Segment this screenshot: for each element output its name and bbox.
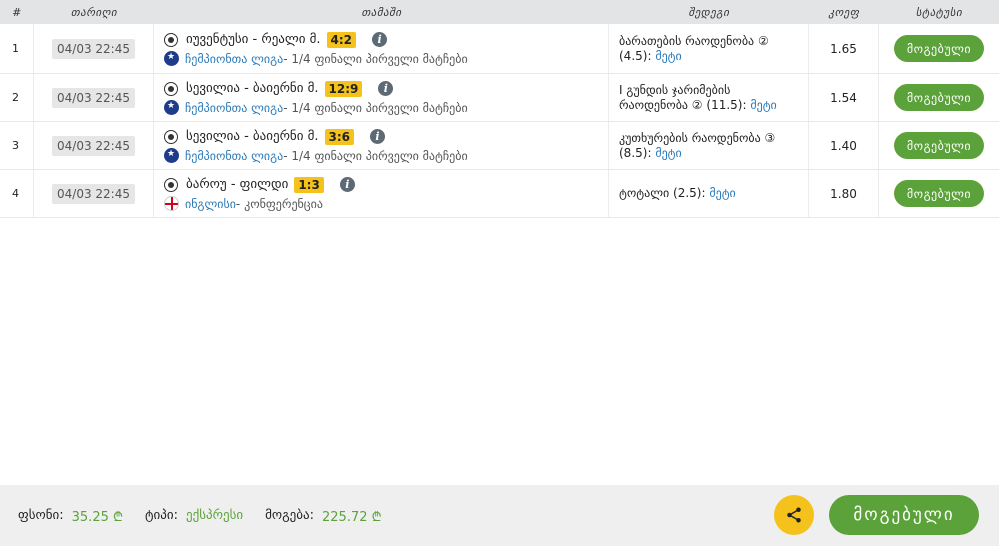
win-label: მოგება: — [265, 508, 314, 523]
league-stage: - კონფერენცია — [235, 196, 323, 211]
soccer-ball-icon — [164, 177, 178, 192]
col-status: სტატუსი — [915, 5, 963, 19]
table-header: # თარიღი თამაში შედეგი კოეფ სტატუსი — [0, 0, 999, 24]
col-date: თარიღი — [70, 5, 118, 19]
row-number: 4 — [0, 170, 34, 217]
league-link[interactable]: ჩემპიონთა ლიგა — [185, 149, 283, 163]
bet-cell: I გუნდის ჯარიმების რაოდენობა ② (11.5): მ… — [609, 74, 809, 121]
match-score: 12:9 — [324, 80, 363, 97]
soccer-ball-icon — [164, 32, 178, 47]
date-cell: 04/03 22:45 — [34, 170, 154, 217]
status-badge[interactable]: მოგებული — [894, 132, 984, 159]
win-value: 225.72 ₾ — [322, 509, 382, 525]
info-icon[interactable]: i — [339, 177, 355, 192]
share-button[interactable] — [774, 495, 814, 535]
league-link[interactable]: ინგლისი — [185, 197, 236, 211]
league-link[interactable]: ჩემპიონთა ლიგა — [185, 52, 283, 66]
row-number: 3 — [0, 122, 34, 169]
bet-more-link[interactable]: მეტი — [750, 98, 776, 112]
league-stage: - 1/4 ფინალი პირველი მატჩები — [283, 148, 468, 163]
bet-text-line2: (4.5): — [619, 48, 656, 63]
status-cell: მოგებული — [879, 122, 999, 169]
win-summary: მოგება: 225.72 ₾ — [265, 507, 382, 525]
bet-more-link[interactable]: მეტი — [655, 49, 681, 63]
match-score: 4:2 — [326, 31, 357, 48]
match-teams[interactable]: სევილია - ბაიერნი მ. — [186, 129, 319, 144]
date-badge: 04/03 22:45 — [52, 183, 135, 204]
match-cell: ბაროუ - ფილდი 1:3 i ინგლისი - კონფერენცი… — [154, 170, 609, 217]
league-stage: - 1/4 ფინალი პირველი მატჩები — [283, 51, 468, 66]
table-row: 2 04/03 22:45 სევილია - ბაიერნი მ. 12:9 … — [0, 74, 999, 122]
info-icon[interactable]: i — [370, 129, 385, 144]
status-badge[interactable]: მოგებული — [894, 84, 984, 111]
date-cell: 04/03 22:45 — [34, 74, 154, 121]
share-icon — [787, 507, 801, 523]
bet-text-line2: რაოდენობა ② (11.5): — [619, 97, 751, 112]
match-score: 3:6 — [324, 128, 354, 145]
match-teams[interactable]: ბაროუ - ფილდი — [186, 177, 288, 192]
col-bet: შედეგი — [688, 5, 730, 19]
table-row: 1 04/03 22:45 იუვენტუსი - რეალი მ. 4:2 i… — [0, 24, 999, 74]
stake-label: ფსონი: — [18, 508, 64, 523]
date-cell: 04/03 22:45 — [34, 24, 154, 73]
bet-more-link[interactable]: მეტი — [655, 146, 681, 160]
date-badge: 04/03 22:45 — [52, 38, 135, 59]
stake-value: 35.25 ₾ — [71, 509, 124, 525]
bet-text-line1: I გუნდის ჯარიმების — [619, 82, 731, 97]
match-cell: სევილია - ბაიერნი მ. 3:6 i ჩემპიონთა ლიგ… — [154, 122, 609, 169]
bet-summary-footer: ფსონი: 35.25 ₾ ტიპი: ექსპრესი მოგება: 22… — [0, 485, 999, 546]
status-cell: მოგებული — [879, 24, 999, 73]
soccer-ball-icon — [164, 129, 178, 144]
league-link[interactable]: ჩემპიონთა ლიგა — [185, 101, 283, 115]
date-badge: 04/03 22:45 — [52, 87, 135, 108]
bet-rows: 1 04/03 22:45 იუვენტუსი - რეალი მ. 4:2 i… — [0, 24, 999, 218]
match-cell: სევილია - ბაიერნი მ. 12:9 i ჩემპიონთა ლი… — [154, 74, 609, 121]
match-cell: იუვენტუსი - რეალი მ. 4:2 i ჩემპიონთა ლიგ… — [154, 24, 609, 73]
odds-cell: 1.54 — [809, 74, 879, 121]
match-teams[interactable]: იუვენტუსი - რეალი მ. — [186, 32, 321, 47]
row-number: 2 — [0, 74, 34, 121]
league-stage: - 1/4 ფინალი პირველი მატჩები — [283, 100, 468, 115]
champions-league-icon — [164, 148, 179, 163]
bet-cell: ბარათების რაოდენობა ② (4.5): მეტი — [609, 24, 809, 73]
type-value: ექსპრესი — [185, 508, 244, 523]
table-row: 4 04/03 22:45 ბაროუ - ფილდი 1:3 i ინგლის… — [0, 170, 999, 218]
table-row: 3 04/03 22:45 სევილია - ბაიერნი მ. 3:6 i… — [0, 122, 999, 170]
col-num: # — [12, 5, 22, 19]
status-badge[interactable]: მოგებული — [894, 35, 984, 62]
champions-league-icon — [164, 51, 179, 66]
date-badge: 04/03 22:45 — [52, 135, 135, 156]
england-flag-icon — [164, 196, 179, 211]
odds-cell: 1.80 — [809, 170, 879, 217]
type-label: ტიპი: — [145, 508, 178, 523]
status-cell: მოგებული — [879, 74, 999, 121]
win-status-button[interactable]: მოგებული — [829, 495, 979, 535]
bet-cell: ტოტალი (2.5): მეტი — [609, 170, 809, 217]
bet-cell: კუთხურების რაოდენობა ③ (8.5): მეტი — [609, 122, 809, 169]
odds-cell: 1.65 — [809, 24, 879, 73]
bet-text-line1: კუთხურების რაოდენობა ③ — [619, 130, 776, 145]
match-teams[interactable]: სევილია - ბაიერნი მ. — [186, 81, 319, 96]
bet-text-line2: (8.5): — [619, 145, 656, 160]
type-summary: ტიპი: ექსპრესი — [145, 508, 243, 523]
match-score: 1:3 — [294, 176, 324, 193]
status-cell: მოგებული — [879, 170, 999, 217]
soccer-ball-icon — [164, 81, 178, 96]
status-badge[interactable]: მოგებული — [894, 180, 984, 207]
odds-cell: 1.40 — [809, 122, 879, 169]
col-odds: კოეფ — [828, 5, 860, 19]
champions-league-icon — [164, 100, 179, 115]
stake-summary: ფსონი: 35.25 ₾ — [18, 507, 123, 525]
row-number: 1 — [0, 24, 34, 73]
info-icon[interactable]: i — [378, 81, 394, 96]
bet-text-line2: ტოტალი (2.5): — [619, 186, 710, 200]
info-icon[interactable]: i — [372, 32, 388, 47]
bet-more-link[interactable]: მეტი — [709, 186, 735, 200]
bet-text-line1: ბარათების რაოდენობა ② — [619, 33, 769, 48]
col-match: თამაში — [361, 5, 402, 19]
date-cell: 04/03 22:45 — [34, 122, 154, 169]
